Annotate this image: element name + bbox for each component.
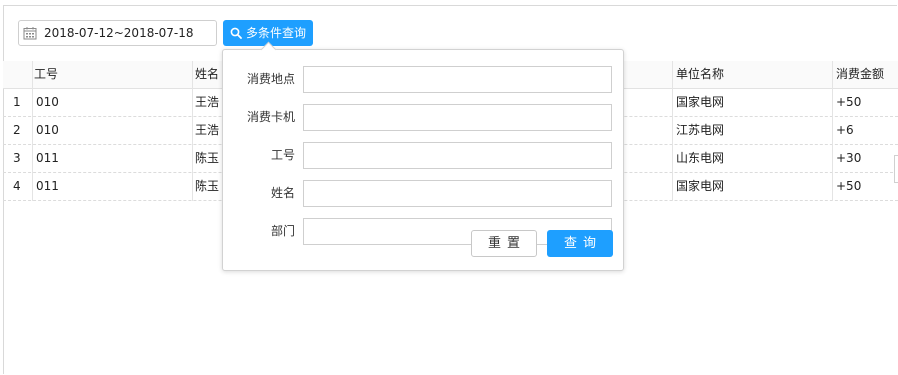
location-field[interactable]: [303, 66, 612, 93]
row-amount: +30: [836, 151, 862, 165]
search-icon: [230, 27, 242, 39]
column-divider: [832, 61, 833, 201]
scroll-handle[interactable]: [894, 155, 898, 183]
row-name: 陈玉: [195, 151, 220, 165]
row-index: 3: [13, 151, 21, 165]
multi-condition-filter-popup: 消费地点 消费卡机 工号 姓名 部门 重置 查询: [222, 41, 624, 271]
row-index: 4: [13, 179, 21, 193]
row-amount: +6: [836, 123, 854, 137]
name-label: 姓名: [270, 186, 295, 200]
department-label: 部门: [270, 224, 295, 238]
location-label: 消费地点: [246, 72, 295, 86]
date-range-picker[interactable]: 2018-07-12~2018-07-18: [18, 20, 217, 46]
column-divider: [192, 61, 193, 201]
header-name[interactable]: 姓名: [195, 61, 219, 88]
row-name: 王浩: [195, 123, 220, 137]
row-unit: 国家电网: [676, 95, 725, 109]
query-button[interactable]: 查询: [547, 230, 613, 257]
row-amount: +50: [836, 179, 862, 193]
row-unit: 国家电网: [676, 179, 725, 193]
row-index: 1: [13, 95, 21, 109]
column-divider: [672, 61, 673, 201]
row-id: 011: [36, 179, 59, 193]
employee-id-field[interactable]: [303, 142, 612, 169]
row-name: 王浩: [195, 95, 220, 109]
calendar-icon: [23, 27, 37, 40]
row-name: 陈玉: [195, 179, 220, 193]
header-amount[interactable]: 消费金额: [836, 61, 884, 88]
row-unit: 山东电网: [676, 151, 725, 165]
row-amount: +50: [836, 95, 862, 109]
row-id: 011: [36, 151, 59, 165]
row-id: 010: [36, 123, 59, 137]
card-machine-label: 消费卡机: [246, 110, 295, 124]
card-machine-field[interactable]: [303, 104, 612, 131]
search-button-label: 多条件查询: [246, 26, 307, 40]
reset-button[interactable]: 重置: [471, 230, 537, 257]
date-range-value: 2018-07-12~2018-07-18: [44, 26, 194, 40]
name-field[interactable]: [303, 180, 612, 207]
row-index: 2: [13, 123, 21, 137]
row-unit: 江苏电网: [676, 123, 725, 137]
header-unit[interactable]: 单位名称: [676, 61, 724, 88]
row-id: 010: [36, 95, 59, 109]
column-divider: [32, 61, 33, 201]
header-id[interactable]: 工号: [34, 61, 58, 88]
employee-id-label: 工号: [270, 148, 295, 162]
